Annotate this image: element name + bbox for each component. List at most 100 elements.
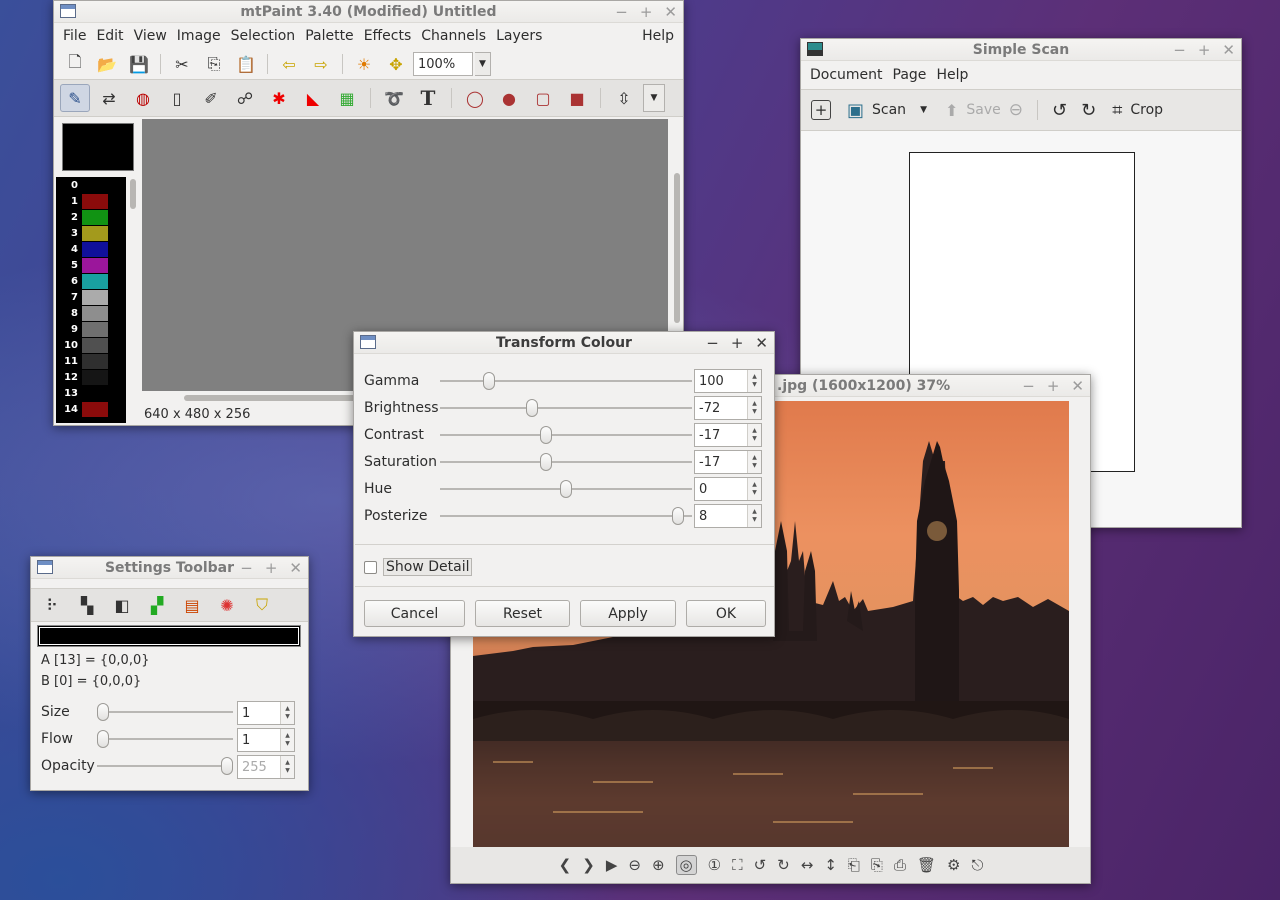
fullscreen-icon[interactable]: ⛶ (732, 856, 743, 874)
crop-icon[interactable]: ⌗ (1112, 100, 1122, 121)
flip-horizontal-icon[interactable]: ↔ (801, 856, 814, 874)
rotate-right-icon[interactable]: ↻ (1081, 100, 1096, 121)
close-icon[interactable]: ✕ (664, 3, 677, 21)
scan-button[interactable]: Scan (872, 102, 906, 118)
contrast-spinbox[interactable]: -17 ▲ ▼ (694, 423, 762, 447)
spin-arrows-icon[interactable]: ▲ ▼ (280, 702, 294, 724)
open-file-icon[interactable]: ⎗ (848, 856, 860, 874)
minimize-icon[interactable]: − (615, 3, 628, 21)
size-spinbox[interactable]: 1 ▲ ▼ (237, 701, 295, 725)
gradient-icon[interactable]: ▦ (332, 84, 362, 112)
brightness-icon[interactable]: ☀ (349, 50, 379, 78)
vertical-scrollbar[interactable] (674, 173, 680, 323)
open-icon[interactable]: 📂 (92, 50, 122, 78)
palette-swatch[interactable] (82, 369, 108, 385)
clone-icon[interactable]: ☍ (230, 84, 260, 112)
transform-titlebar[interactable]: Transform Colour − + ✕ (354, 332, 774, 354)
palette-swatch[interactable] (82, 321, 108, 337)
mtpaint-titlebar[interactable]: mtPaint 3.40 (Modified) Untitled − + ✕ (54, 1, 683, 23)
brightness-spinbox[interactable]: -72 ▲ ▼ (694, 396, 762, 420)
select-poly-icon[interactable]: ◣ (298, 84, 328, 112)
apply-button[interactable]: Apply (580, 600, 676, 627)
flip-vertical-icon[interactable]: ↕ (824, 856, 837, 874)
colour-wheel-icon[interactable]: ✺ (212, 591, 242, 619)
spin-arrows-icon[interactable]: ▲ ▼ (747, 370, 761, 392)
menu-view[interactable]: View (129, 28, 172, 44)
rotate-left-icon[interactable]: ↺ (754, 856, 767, 874)
tint-mode-icon[interactable]: ◧ (107, 591, 137, 619)
save-file-icon[interactable]: ⎘ (871, 856, 883, 874)
posterize-slider-track[interactable] (440, 515, 692, 517)
flow-slider-handle[interactable] (97, 730, 109, 748)
color-preview[interactable] (62, 123, 134, 171)
menu-selection[interactable]: Selection (226, 28, 301, 44)
palette-entry[interactable]: 13 (56, 385, 126, 401)
palette-swatch[interactable] (82, 257, 108, 273)
palette-entry[interactable]: 6 (56, 273, 126, 289)
palette-entry[interactable]: 8 (56, 305, 126, 321)
palette-entry[interactable]: 4 (56, 241, 126, 257)
palette-entry[interactable]: 3 (56, 225, 126, 241)
exit-icon[interactable]: ⎋ (971, 856, 983, 874)
zoom-out-icon[interactable]: ⊖ (628, 856, 641, 874)
palette-entry[interactable]: 5 (56, 257, 126, 273)
menu-channels[interactable]: Channels (416, 28, 491, 44)
menu-document[interactable]: Document (805, 67, 888, 83)
settings-gear-icon[interactable]: ⚙ (947, 856, 960, 874)
spin-arrows-icon[interactable]: ▲ ▼ (280, 729, 294, 751)
opacity-slider-track[interactable] (97, 765, 229, 767)
select-rect-icon[interactable]: ✱ (264, 84, 294, 112)
hue-slider-handle[interactable] (560, 480, 572, 498)
flow-slider-track[interactable] (101, 738, 233, 740)
spin-arrows-icon[interactable]: ▲ ▼ (747, 451, 761, 473)
saturation-slider-track[interactable] (440, 461, 692, 463)
actual-size-icon[interactable]: ① (708, 856, 721, 874)
gamma-slider-track[interactable] (440, 380, 692, 382)
palette-swatch[interactable] (82, 289, 108, 305)
palette-swatch[interactable] (82, 225, 108, 241)
chevron-down-icon[interactable]: ▼ (920, 105, 927, 115)
gradient-mode-icon[interactable]: ⛉ (247, 591, 277, 619)
chevron-down-icon[interactable]: ▼ (475, 52, 491, 76)
menu-layers[interactable]: Layers (491, 28, 547, 44)
undo-arrow-icon[interactable]: ⇦ (274, 50, 304, 78)
palette-entry[interactable]: 11 (56, 353, 126, 369)
close-icon[interactable]: ✕ (1222, 41, 1235, 59)
redo-arrow-icon[interactable]: ⇨ (306, 50, 336, 78)
spin-arrows-icon[interactable]: ▲ ▼ (747, 505, 761, 527)
menu-help[interactable]: Help (931, 67, 973, 83)
palette-entry[interactable]: 14 (56, 401, 126, 417)
text-icon[interactable]: T (413, 84, 443, 112)
minimize-icon[interactable]: − (240, 559, 253, 577)
copy-icon[interactable]: ⎘ (199, 50, 229, 78)
maximize-icon[interactable]: + (731, 334, 744, 352)
posterize-slider-handle[interactable] (671, 507, 684, 525)
menu-effects[interactable]: Effects (359, 28, 417, 44)
saturation-slider-handle[interactable] (539, 453, 552, 471)
size-slider-track[interactable] (101, 711, 233, 713)
close-icon[interactable]: ✕ (755, 334, 768, 352)
opacity-slider-handle[interactable] (221, 757, 233, 775)
fit-window-icon[interactable]: ◎ (675, 855, 697, 875)
show-detail-checkbox[interactable] (364, 560, 377, 574)
spin-arrows-icon[interactable]: ▲ ▼ (747, 397, 761, 419)
scanner-icon[interactable]: ▣ (847, 100, 864, 121)
size-slider-handle[interactable] (97, 703, 109, 721)
next-icon[interactable]: ❯ (582, 856, 595, 874)
close-icon[interactable]: ✕ (1071, 377, 1084, 395)
contrast-slider-handle[interactable] (539, 426, 552, 444)
close-icon[interactable]: ✕ (289, 559, 302, 577)
palette-swatch[interactable] (82, 401, 108, 417)
palette-entry[interactable]: 7 (56, 289, 126, 305)
palette-swatch[interactable] (82, 273, 108, 289)
brightness-slider-track[interactable] (440, 407, 692, 409)
flip-icon[interactable]: ⇳ (609, 84, 639, 112)
spin-arrows-icon[interactable]: ▲ ▼ (280, 756, 294, 778)
save-icon[interactable]: 💾 (124, 50, 154, 78)
settings-titlebar[interactable]: Settings Toolbar − + ✕ (31, 557, 308, 579)
crop-button[interactable]: Crop (1130, 102, 1163, 118)
rect-outline-icon[interactable]: ▢ (528, 84, 558, 112)
brightness-slider-handle[interactable] (526, 399, 539, 417)
pan-icon[interactable]: ✥ (381, 50, 411, 78)
maximize-icon[interactable]: + (1047, 377, 1060, 395)
